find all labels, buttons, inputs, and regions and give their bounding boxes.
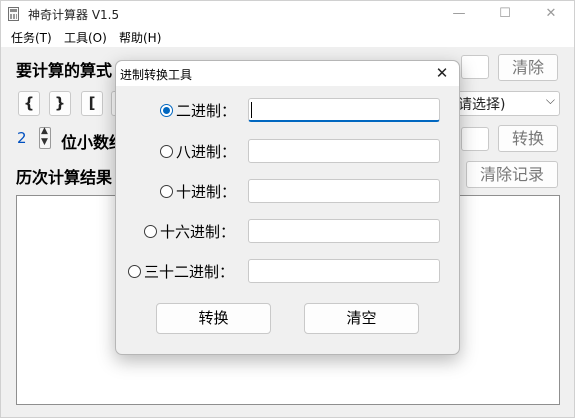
menu-bar: 任务(T) 工具(O) 帮助(H): [1, 27, 574, 47]
dialog-convert-button[interactable]: 转换: [156, 303, 271, 334]
clear-history-button[interactable]: 清除记录: [466, 161, 558, 188]
calculator-icon: [8, 7, 19, 21]
label-decimal: 十进制：: [176, 183, 237, 201]
spinner-arrows-icon[interactable]: ▲ ▼: [39, 126, 51, 149]
radio-decimal[interactable]: [160, 185, 173, 198]
dialog-clear-button[interactable]: 清空: [304, 303, 419, 334]
history-label: 历次计算结果: [16, 168, 113, 187]
chevron-down-icon: ⌵: [545, 93, 555, 107]
base-converter-dialog: 进制转换工具 ✕ 二进制： 八进制： 十进制： 十六进制： 三十二进制： 转换 …: [115, 60, 460, 355]
title-bar: 神奇计算器 V1.5 — ☐ ✕: [1, 1, 574, 27]
dialog-title-bar: 进制转换工具 ✕: [116, 61, 459, 86]
clear-button[interactable]: 清除: [498, 54, 558, 81]
brace-open-button[interactable]: {: [18, 91, 40, 116]
menu-help[interactable]: 帮助(H): [119, 29, 161, 46]
octal-input[interactable]: [248, 139, 440, 163]
binary-input[interactable]: [248, 98, 440, 122]
row-octal: 八进制：: [116, 139, 459, 163]
expression-input[interactable]: [461, 55, 489, 79]
radio-base32[interactable]: [128, 265, 141, 278]
expression-label: 要计算的算式: [16, 61, 113, 80]
dialog-close-button[interactable]: ✕: [431, 63, 453, 83]
decimals-stepper[interactable]: 2 ▲ ▼: [13, 126, 53, 151]
row-decimal: 十进制：: [116, 179, 459, 203]
dialog-title: 进制转换工具: [120, 68, 193, 82]
brace-close-button[interactable]: }: [49, 91, 71, 116]
bracket-open-button[interactable]: [: [81, 91, 103, 116]
decimals-value: 2: [17, 129, 27, 147]
decimal-result-field[interactable]: [461, 127, 489, 151]
decimal-input[interactable]: [248, 179, 440, 203]
label-binary: 二进制：: [176, 102, 237, 120]
maximize-button[interactable]: ☐: [482, 1, 528, 27]
close-button[interactable]: ✕: [528, 1, 574, 27]
row-base32: 三十二进制：: [116, 259, 459, 283]
radio-binary[interactable]: [160, 104, 173, 117]
hexadecimal-input[interactable]: [248, 219, 440, 243]
window-title: 神奇计算器 V1.5: [28, 8, 120, 22]
text-caret: [251, 102, 252, 118]
row-hexadecimal: 十六进制：: [116, 219, 459, 243]
operation-select[interactable]: 请选择) ⌵: [449, 91, 560, 116]
radio-octal[interactable]: [160, 145, 173, 158]
label-octal: 八进制：: [176, 143, 237, 161]
base32-input[interactable]: [248, 259, 440, 283]
label-base32: 三十二进制：: [144, 263, 235, 281]
row-binary: 二进制：: [116, 98, 459, 122]
radio-hexadecimal[interactable]: [144, 225, 157, 238]
menu-tools[interactable]: 工具(O): [64, 29, 107, 46]
minimize-button[interactable]: —: [436, 1, 482, 27]
label-hexadecimal: 十六进制：: [160, 223, 236, 241]
menu-task[interactable]: 任务(T): [11, 29, 52, 46]
convert-button[interactable]: 转换: [498, 125, 558, 152]
operation-select-value: 请选择): [458, 97, 506, 113]
